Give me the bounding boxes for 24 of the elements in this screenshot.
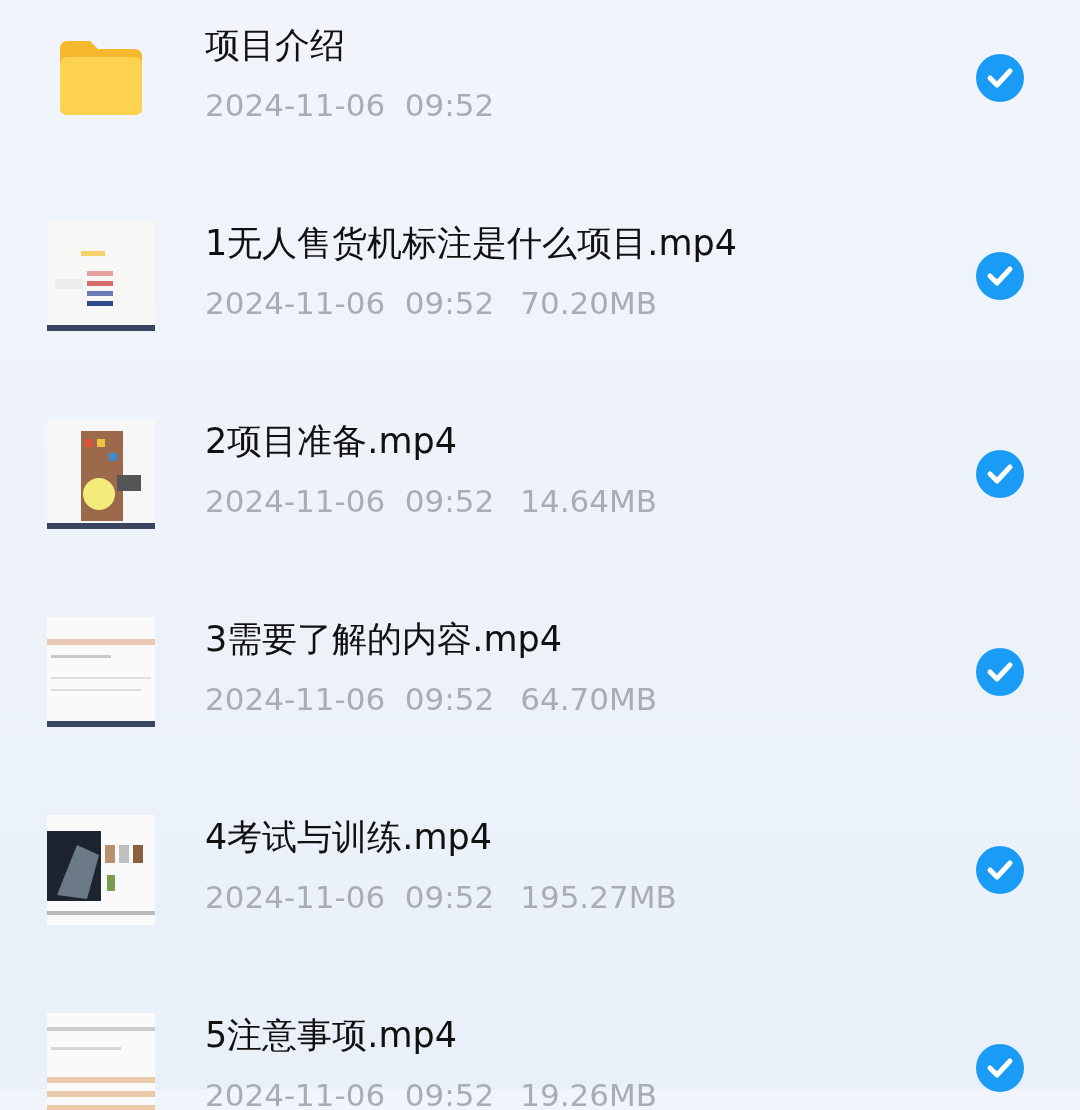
file-name: 3需要了解的内容.mp4	[205, 618, 562, 661]
file-name: 2项目准备.mp4	[205, 420, 457, 463]
file-size: 64.70MB	[520, 680, 657, 719]
file-size: 19.26MB	[520, 1076, 657, 1110]
checkbox[interactable]	[976, 54, 1024, 102]
file-name: 5注意事项.mp4	[205, 1014, 457, 1057]
modified-date: 2024-11-06 09:52	[205, 878, 495, 917]
file-name: 4考试与训练.mp4	[205, 816, 492, 859]
file-name: 项目介绍	[205, 24, 345, 67]
file-size: 70.20MB	[520, 284, 657, 323]
folder-icon	[60, 41, 142, 115]
modified-date: 2024-11-06 09:52	[205, 284, 495, 323]
file-size: 14.64MB	[520, 482, 657, 521]
modified-date: 2024-11-06 09:52	[205, 86, 495, 125]
modified-date: 2024-11-06 09:52	[205, 680, 495, 719]
checkbox[interactable]	[976, 846, 1024, 894]
file-name: 1无人售货机标注是什么项目.mp4	[205, 222, 737, 265]
file-size: 195.27MB	[520, 878, 677, 917]
modified-date: 2024-11-06 09:52	[205, 1076, 495, 1110]
checkbox[interactable]	[976, 648, 1024, 696]
modified-date: 2024-11-06 09:52	[205, 482, 495, 521]
checkbox[interactable]	[976, 1044, 1024, 1092]
checkbox[interactable]	[976, 252, 1024, 300]
checkbox[interactable]	[976, 450, 1024, 498]
